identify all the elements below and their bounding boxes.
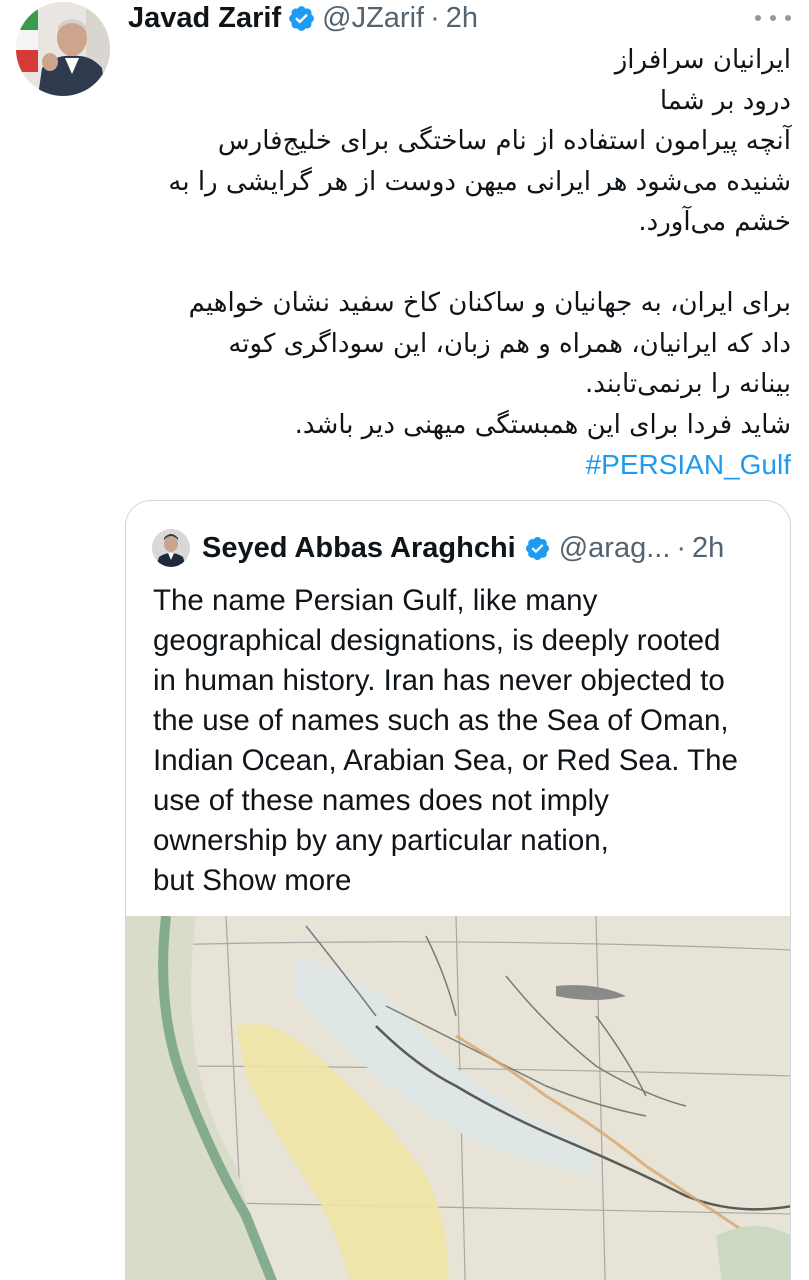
quoted-line: geographical designations, is deeply roo… (153, 624, 721, 657)
tweet: Javad Zarif @JZarif · 2h ایرانیان سرافرا… (0, 0, 809, 1280)
quoted-tweet-header: Seyed Abbas Araghchi @arag... · 2h (152, 529, 724, 567)
quoted-tweet[interactable]: Seyed Abbas Araghchi @arag... · 2h The n… (125, 500, 791, 1280)
quoted-line: the use of names such as the Sea of Oman… (153, 704, 729, 737)
quoted-timestamp[interactable]: 2h (692, 532, 724, 565)
quoted-line: ownership by any particular nation, (153, 824, 609, 857)
quoted-last-line: but Show more (153, 861, 783, 901)
quoted-author-avatar[interactable] (152, 529, 190, 567)
show-more-link[interactable]: Show more (202, 864, 351, 897)
quoted-line: The name Persian Gulf, like many (153, 584, 598, 617)
tweet-line: برای ایران، به جهانیان و ساکنان کاخ سفید… (188, 288, 791, 318)
quoted-line-prefix: but (153, 864, 203, 897)
verified-badge-icon (525, 536, 549, 560)
quoted-line: Indian Ocean, Arabian Sea, or Red Sea. T… (153, 744, 738, 777)
tweet-line: شاید فردا برای این همبستگی میهنی دیر باش… (294, 409, 791, 440)
author-avatar[interactable] (16, 2, 110, 96)
quoted-line: in human history. Iran has never objecte… (153, 664, 725, 697)
more-options-icon[interactable] (755, 6, 791, 30)
quoted-author-handle[interactable]: @arag... (559, 532, 671, 565)
tweet-line: شنیده می‌شود هر ایرانی میهن دوست از هر گ… (168, 166, 791, 197)
separator-dot: · (676, 531, 687, 564)
tweet-line: ایرانیان سرافراز (614, 45, 791, 75)
historic-map-image (126, 916, 790, 1280)
separator-dot: · (430, 1, 440, 34)
author-name[interactable]: Javad Zarif (128, 2, 281, 35)
tweet-line: آنچه پیرامون استفاده از نام ساختگی برای … (217, 126, 791, 156)
tweet-line: درود بر شما (659, 85, 791, 116)
quoted-author-name[interactable]: Seyed Abbas Araghchi (202, 532, 516, 565)
timestamp[interactable]: 2h (446, 2, 478, 35)
author-handle[interactable]: @JZarif (322, 2, 424, 35)
tweet-header: Javad Zarif @JZarif · 2h (128, 0, 789, 36)
quoted-avatar-photo (152, 529, 190, 567)
tweet-line: داد که ایرانیان، همراه و هم زبان، این سو… (228, 328, 791, 359)
tweet-body: ایرانیان سرافراز درود بر شما آنچه پیرامو… (128, 40, 791, 486)
hashtag-link[interactable]: #PERSIAN_Gulf (128, 445, 791, 486)
quoted-line: use of these names does not imply (153, 784, 609, 817)
quoted-media-map[interactable] (126, 916, 790, 1280)
tweet-line: خشم می‌آورد. (638, 207, 791, 237)
verified-badge-icon (289, 5, 315, 31)
avatar-photo (16, 2, 110, 96)
tweet-line: بینانه را برنمی‌تابند. (584, 369, 791, 399)
quoted-tweet-text: The name Persian Gulf, like many geograp… (153, 581, 783, 901)
